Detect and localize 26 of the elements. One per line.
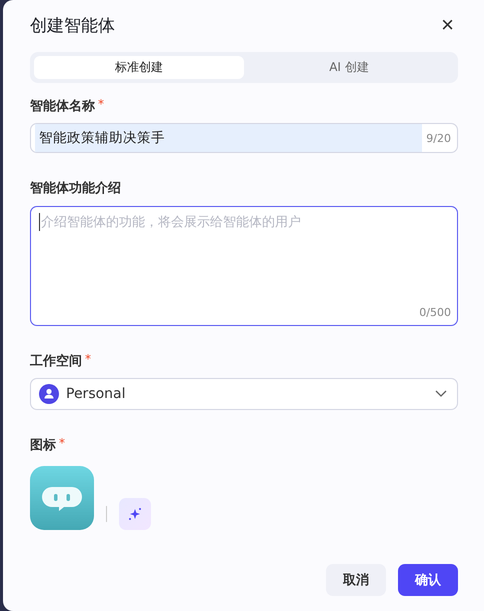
selected-text: 智能政策辅助决策手: [35, 124, 422, 152]
close-button[interactable]: ×: [437, 14, 458, 36]
dialog-title: 创建智能体: [30, 14, 115, 36]
select-value: Personal: [66, 386, 127, 402]
field-label: 图标: [30, 437, 56, 454]
text-area[interactable]: 介绍智能体的功能，将会展示给智能体的用户 0/500: [30, 206, 458, 326]
chevron-down-icon: [435, 390, 447, 398]
sparkle-icon: [128, 507, 142, 521]
required-mark: *: [85, 352, 91, 366]
confirm-button[interactable]: 确认: [398, 564, 458, 596]
input-field[interactable]: 智能政策辅助决策手 9/20: [30, 123, 458, 153]
required-mark: *: [98, 97, 104, 111]
placeholder: 介绍智能体的功能，将会展示给智能体的用户: [39, 213, 451, 231]
tab[interactable]: AI 创建: [244, 56, 454, 79]
sparkle-button[interactable]: [119, 498, 151, 530]
field-label: 智能体名称: [30, 98, 95, 115]
field-label: 工作空间: [30, 352, 82, 370]
field-label: 智能体功能介绍: [30, 180, 121, 197]
cancel-button[interactable]: 取消: [326, 564, 386, 596]
tab[interactable]: 标准创建: [34, 56, 244, 79]
workspace-select[interactable]: Personal: [30, 378, 458, 410]
char-count: 9/20: [426, 132, 451, 144]
required-mark: *: [59, 436, 65, 450]
chat-bubble-icon[interactable]: [30, 466, 94, 530]
char-count: 0/500: [419, 306, 451, 319]
user-icon: [39, 384, 59, 404]
